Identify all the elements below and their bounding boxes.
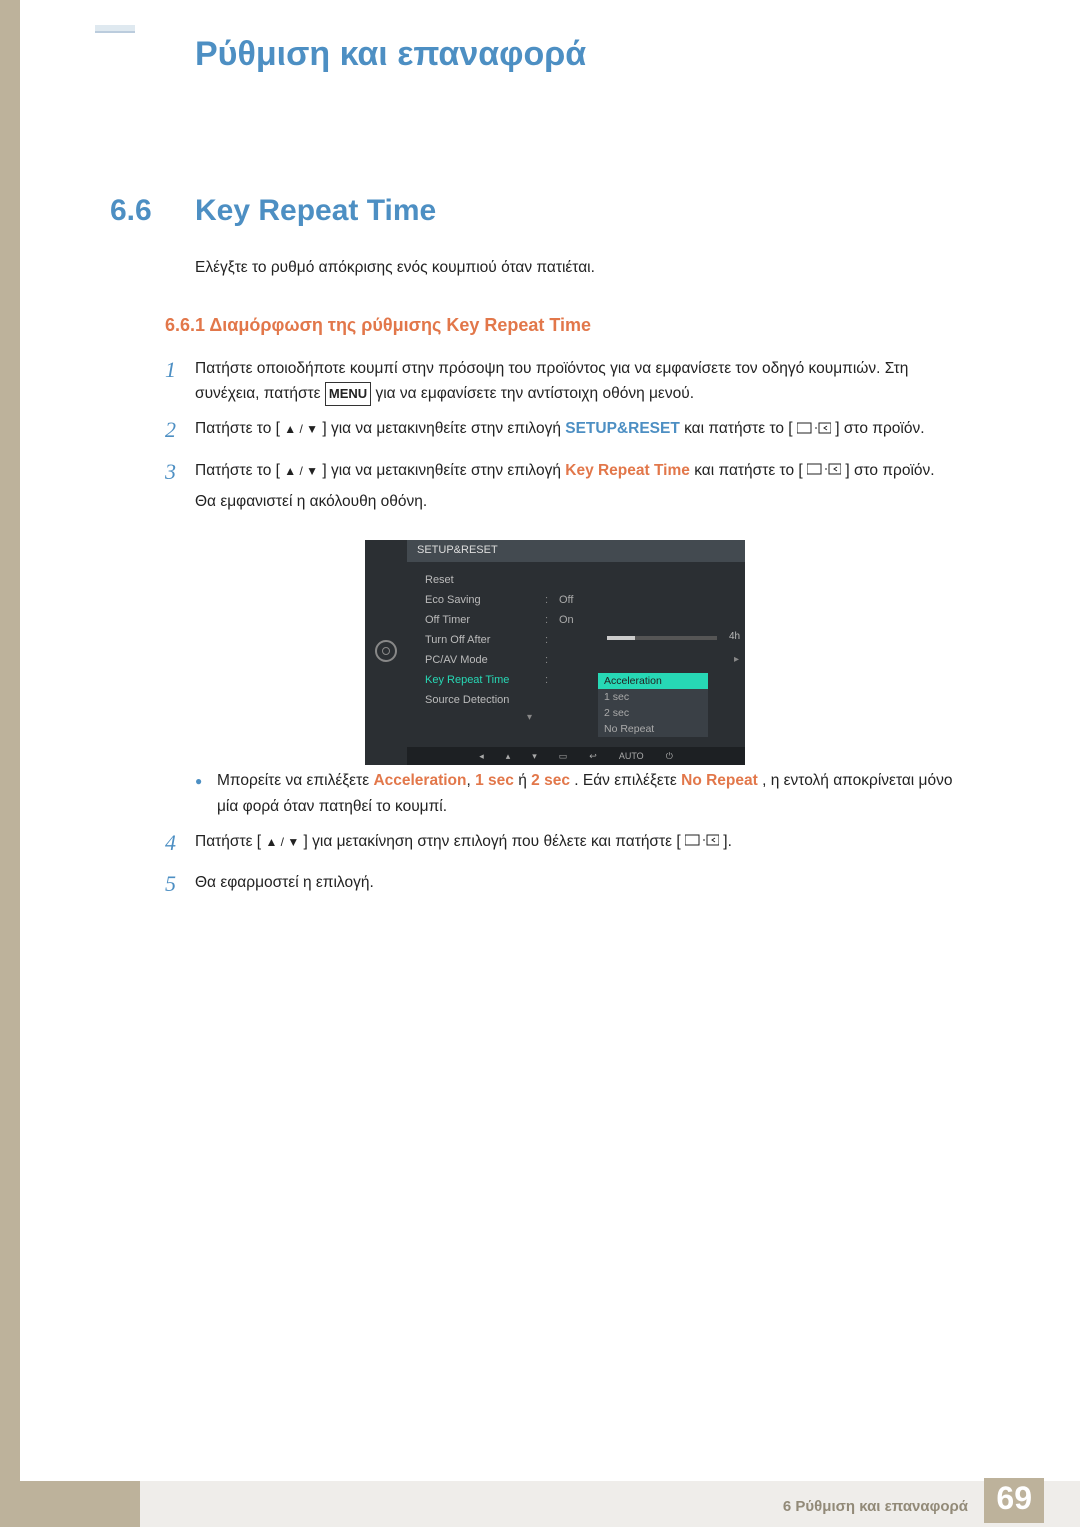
option: 2 sec bbox=[531, 772, 570, 789]
option: Acceleration bbox=[373, 772, 466, 789]
text: Πατήστε το [ bbox=[195, 420, 280, 437]
text: . Εάν επιλέξετε bbox=[574, 772, 681, 789]
osd-sidebar bbox=[365, 540, 407, 765]
text: για να εμφανίσετε την αντίστοιχη οθόνη μ… bbox=[375, 385, 694, 402]
osd-row-label: Eco Saving bbox=[425, 594, 545, 606]
chapter-title: Ρύθμιση και επαναφορά bbox=[195, 35, 586, 74]
step-2: 2 Πατήστε το [ ▲ / ▼ ] για να μετακινηθε… bbox=[165, 412, 955, 448]
osd-dropdown: Acceleration 1 sec 2 sec No Repeat bbox=[598, 673, 708, 737]
text: και πατήστε το [ bbox=[694, 462, 803, 479]
up-down-icon: ▲ / ▼ bbox=[284, 422, 318, 436]
step-num: 3 bbox=[165, 454, 195, 819]
text: ] για να μετακινηθείτε στην επιλογή bbox=[322, 462, 565, 479]
top-accent bbox=[95, 25, 135, 33]
osd-dropdown-item: 1 sec bbox=[598, 689, 708, 705]
enter-return-icon bbox=[685, 829, 719, 854]
osd-dropdown-item-selected: Acceleration bbox=[598, 673, 708, 689]
nav-up-icon: ▴ bbox=[506, 751, 511, 762]
osd-row-value: On bbox=[559, 614, 574, 626]
section-title: Key Repeat Time bbox=[195, 194, 436, 228]
nav-return-icon: ↩ bbox=[589, 751, 597, 762]
highlight: Key Repeat Time bbox=[565, 462, 690, 479]
enter-return-icon bbox=[807, 458, 841, 483]
osd-row-label-selected: Key Repeat Time bbox=[425, 674, 545, 686]
bullet-icon: ● bbox=[195, 768, 217, 818]
osd-slider-value: 4h bbox=[729, 631, 740, 642]
nav-down-icon: ▾ bbox=[532, 751, 537, 762]
up-down-icon: ▲ / ▼ bbox=[265, 835, 299, 849]
page-number: 69 bbox=[984, 1478, 1044, 1523]
text: ] για να μετακινηθείτε στην επιλογή bbox=[322, 420, 565, 437]
osd-row-label: Off Timer bbox=[425, 614, 545, 626]
menu-button-label: MENU bbox=[325, 382, 371, 405]
osd-slider bbox=[607, 636, 717, 640]
text: και πατήστε το [ bbox=[684, 420, 793, 437]
text: ]. bbox=[723, 833, 732, 850]
step-5: 5 Θα εφαρμοστεί η επιλογή. bbox=[165, 866, 955, 902]
osd-body: Reset Eco Saving:Off Off Timer:On Turn O… bbox=[407, 562, 745, 747]
osd-dropdown-item: 2 sec bbox=[598, 705, 708, 721]
chevron-down-icon: ▾ bbox=[527, 712, 532, 723]
osd-row-label: Source Detection bbox=[425, 694, 545, 706]
left-stripe bbox=[0, 0, 20, 1527]
step-num: 2 bbox=[165, 412, 195, 448]
option: 1 sec bbox=[475, 772, 514, 789]
osd-footer: ◂ ▴ ▾ ▭ ↩ AUTO ⏻ bbox=[407, 747, 745, 765]
bullet-item: ● Μπορείτε να επιλέξετε Acceleration, 1 … bbox=[195, 768, 955, 818]
footer-text: 6 Ρύθμιση και επαναφορά bbox=[783, 1498, 968, 1515]
section-number: 6.6 bbox=[110, 194, 152, 228]
osd-title: SETUP&RESET bbox=[407, 540, 745, 562]
nav-enter-icon: ▭ bbox=[559, 751, 568, 762]
text: Θα εμφανιστεί η ακόλουθη οθόνη. bbox=[195, 493, 427, 510]
text: Πατήστε το [ bbox=[195, 462, 280, 479]
gear-icon bbox=[375, 640, 397, 662]
osd-row-label: PC/AV Mode bbox=[425, 654, 545, 666]
nav-left-icon: ◂ bbox=[479, 751, 484, 762]
text: Μπορείτε να επιλέξετε bbox=[217, 772, 373, 789]
highlight: SETUP&RESET bbox=[565, 420, 680, 437]
enter-return-icon bbox=[797, 417, 831, 442]
step-num: 4 bbox=[165, 825, 195, 861]
text: Πατήστε [ bbox=[195, 833, 261, 850]
osd-dropdown-item: No Repeat bbox=[598, 721, 708, 737]
section-intro: Ελέγξτε το ρυθμό απόκρισης ενός κουμπιού… bbox=[195, 259, 595, 277]
osd-row-label: Turn Off After bbox=[425, 634, 545, 646]
option: No Repeat bbox=[681, 772, 758, 789]
text: ] στο προϊόν. bbox=[835, 420, 924, 437]
text: ] για μετακίνηση στην επιλογή που θέλετε… bbox=[304, 833, 681, 850]
nav-auto-label: AUTO bbox=[619, 751, 644, 761]
text: ] στο προϊόν. bbox=[845, 462, 934, 479]
chevron-right-icon: ▸ bbox=[734, 654, 739, 665]
text: Θα εφαρμοστεί η επιλογή. bbox=[195, 874, 374, 891]
step-1: 1 Πατήστε οποιοδήποτε κουμπί στην πρόσοψ… bbox=[165, 352, 955, 406]
text: ή bbox=[518, 772, 531, 789]
step-num: 1 bbox=[165, 352, 195, 406]
up-down-icon: ▲ / ▼ bbox=[284, 464, 318, 478]
osd-row-label: Reset bbox=[425, 574, 545, 586]
step-num: 5 bbox=[165, 866, 195, 902]
step-4: 4 Πατήστε [ ▲ / ▼ ] για μετακίνηση στην … bbox=[165, 825, 955, 861]
footer-accent bbox=[20, 1481, 140, 1527]
subsection-heading: 6.6.1 Διαμόρφωση της ρύθμισης Key Repeat… bbox=[165, 315, 591, 336]
osd-row-value: Off bbox=[559, 594, 573, 606]
osd-screenshot: SETUP&RESET Reset Eco Saving:Off Off Tim… bbox=[365, 540, 745, 765]
power-icon: ⏻ bbox=[666, 751, 673, 762]
